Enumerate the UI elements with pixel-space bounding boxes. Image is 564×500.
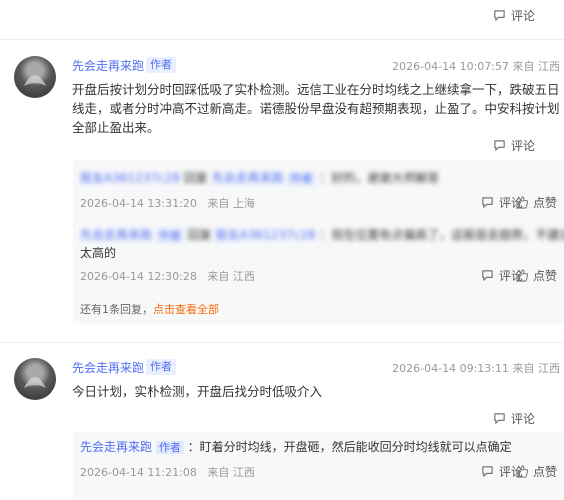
comment-date: 2026-04-14 10:07:57 (392, 60, 509, 73)
comment-icon (494, 413, 505, 424)
reply-text: 股友A361237c28 回复 先会走再来跑 作者 ：好的，谢谢大师解答 (80, 169, 439, 188)
reply-text-continued: 太高的 (80, 246, 117, 260)
like-label: 点赞 (533, 196, 558, 210)
reply-date: 2026-04-14 12:30:28 (80, 270, 197, 283)
reply-to-tag: 作者 (287, 172, 316, 185)
reply-text: 先会走再来跑 作者 回复 股友A361237c28 ：现在位置有点偏高了，这股是… (80, 226, 564, 245)
divider (0, 342, 564, 343)
author-name[interactable]: 先会走再来跑 (72, 57, 144, 74)
divider (0, 39, 564, 40)
reply-content: ：好的，谢谢大师解答 (319, 171, 440, 185)
comment-location: 来自 江西 (512, 362, 561, 375)
reply-to-user[interactable]: 先会走再来跑 (212, 171, 284, 185)
more-replies-count: 还有1条回复， (80, 303, 153, 316)
like-label: 点赞 (533, 465, 558, 479)
thumbs-up-icon (516, 269, 528, 282)
comment-button[interactable]: 评论 (493, 137, 535, 154)
comment-button[interactable]: 评论 (493, 7, 535, 24)
thumbs-up-icon (516, 465, 528, 478)
comment-icon (482, 466, 493, 477)
comment-label: 评论 (511, 412, 536, 426)
comment-meta: 2026-04-14 09:13:11 来自 江西 (392, 360, 560, 376)
reply-content: ：盯着分时均线，开盘砸，然后能收回分时均线就可以点确定 (187, 440, 512, 454)
comment-text: 今日计划，实朴检测，开盘后找分时低吸介入 (72, 384, 323, 399)
comment-icon (494, 10, 505, 21)
reply-user[interactable]: 股友A361237c28 (80, 171, 180, 185)
thumbs-up-icon (516, 196, 528, 209)
reply-meta: 2026-04-14 13:31:20 来自 上海 (80, 195, 255, 211)
view-all-replies-link[interactable]: 点击查看全部 (153, 303, 219, 316)
reply-location: 来自 江西 (207, 270, 255, 283)
author-tag: 作者 (146, 359, 176, 375)
avatar[interactable] (14, 56, 56, 98)
comment-icon (482, 270, 493, 281)
reply-meta: 2026-04-14 11:21:08 来自 江西 (80, 464, 255, 480)
reply-date: 2026-04-14 13:31:20 (80, 197, 197, 210)
reply-word: 回复 (183, 171, 208, 185)
reply-list: 股友A361237c28 回复 先会走再来跑 作者 ：好的，谢谢大师解答 202… (73, 160, 564, 324)
comment-meta: 2026-04-14 10:07:57 来自 江西 (392, 58, 560, 74)
reply-user-tag: 作者 (155, 229, 184, 242)
reply-user[interactable]: 先会走再来跑 (80, 228, 152, 242)
reply-list: 先会走再来跑 作者 ：盯着分时均线，开盘砸，然后能收回分时均线就可以点确定 20… (73, 432, 564, 500)
comment-date: 2026-04-14 09:13:11 (392, 362, 509, 375)
avatar-image (24, 75, 46, 86)
reply-content: ：现在位置有点偏高了，这股是走趋势，不建议追 (319, 228, 564, 242)
reply-meta: 2026-04-14 12:30:28 来自 江西 (80, 268, 255, 284)
avatar-image (24, 377, 46, 388)
comment-label: 评论 (511, 139, 536, 153)
reply-text: 先会走再来跑 作者 ：盯着分时均线，开盘砸，然后能收回分时均线就可以点确定 (80, 438, 512, 457)
comment-icon (494, 140, 505, 151)
author-name[interactable]: 先会走再来跑 (72, 359, 144, 376)
more-replies: 还有1条回复，点击查看全部 (80, 301, 219, 317)
reply-user[interactable]: 先会走再来跑 (80, 440, 152, 454)
comment-location: 来自 江西 (512, 60, 561, 73)
reply-date: 2026-04-14 11:21:08 (80, 466, 197, 479)
comment-button[interactable]: 评论 (493, 410, 535, 427)
comment-icon (482, 197, 493, 208)
reply-word: 回复 (187, 228, 212, 242)
comment-label: 评论 (511, 9, 536, 23)
like-label: 点赞 (533, 269, 558, 283)
reply-to-user[interactable]: 股友A361237c28 (216, 228, 316, 242)
reply-location: 来自 江西 (207, 466, 255, 479)
like-button[interactable]: 点赞 (515, 267, 557, 284)
avatar[interactable] (14, 358, 56, 400)
like-button[interactable]: 点赞 (515, 463, 557, 480)
like-button[interactable]: 点赞 (515, 194, 557, 211)
comment-text: 开盘后按计划分时回踩低吸了实朴检测。远信工业在分时均线之上继续拿一下，跌破五日线… (72, 82, 560, 135)
author-tag: 作者 (146, 57, 176, 73)
reply-user-tag: 作者 (155, 441, 184, 454)
reply-location: 来自 上海 (207, 197, 255, 210)
